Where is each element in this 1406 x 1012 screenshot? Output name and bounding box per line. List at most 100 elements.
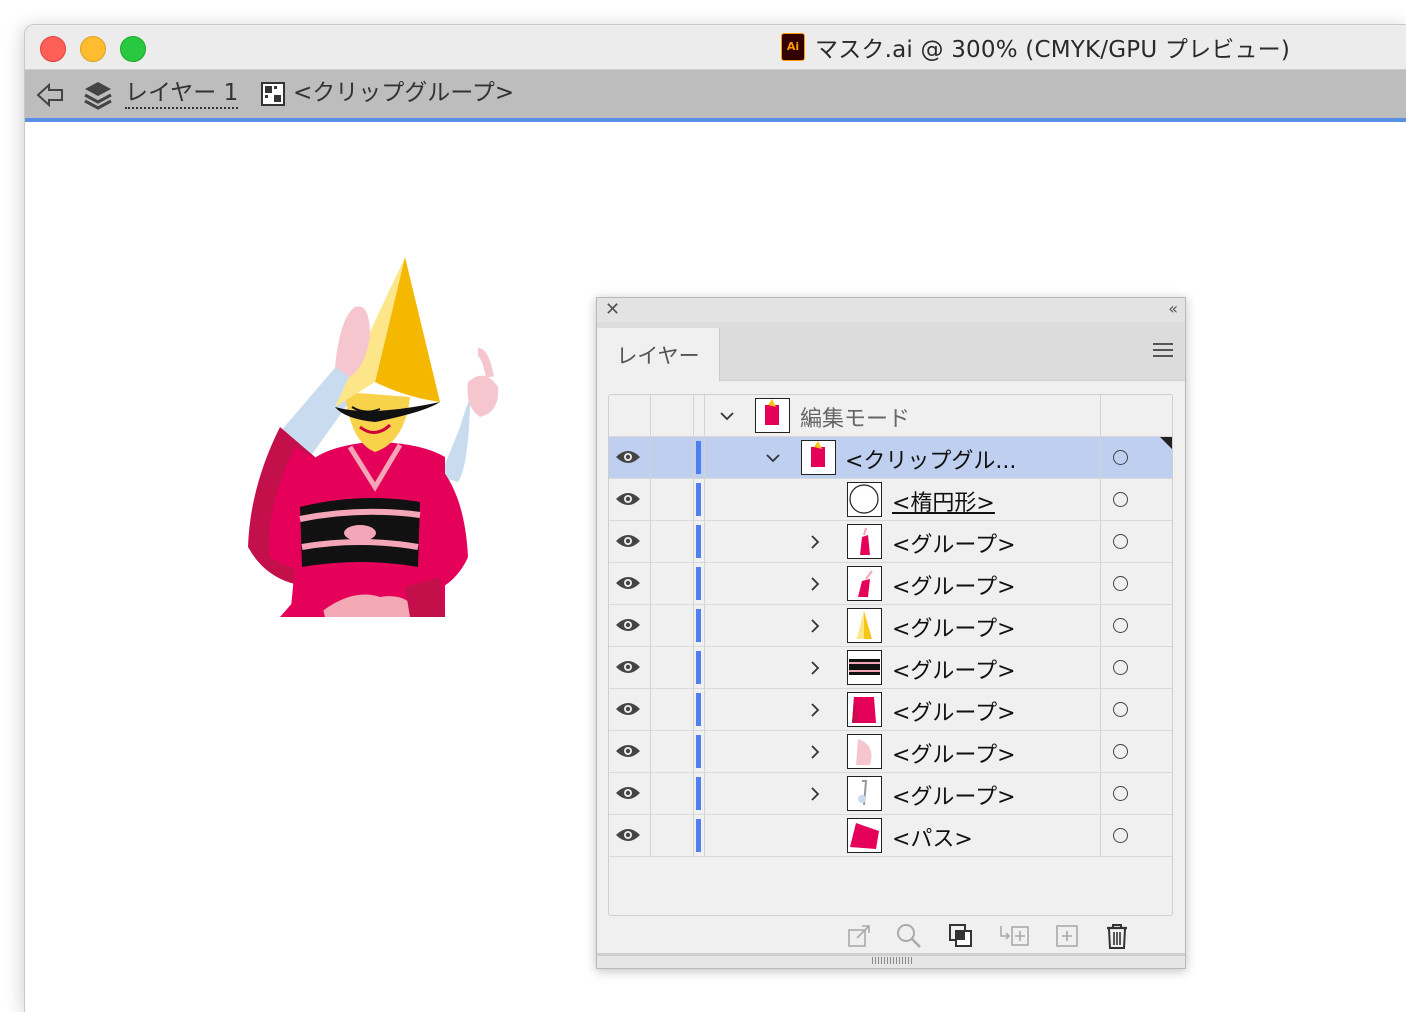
- layer-name[interactable]: <クリップグル...: [845, 443, 1016, 475]
- target-circle-icon[interactable]: [1113, 660, 1128, 675]
- column-divider: [704, 689, 705, 730]
- visibility-eye-icon[interactable]: [615, 574, 641, 592]
- layer-color-bar: [696, 777, 701, 810]
- column-divider: [693, 647, 694, 688]
- column-divider: [704, 521, 705, 562]
- column-divider: [1100, 521, 1101, 562]
- visibility-eye-icon[interactable]: [615, 658, 641, 676]
- layer-row[interactable]: <グループ>: [609, 521, 1172, 563]
- column-divider: [704, 647, 705, 688]
- illustrator-app-icon: Ai: [781, 33, 805, 61]
- panel-collapse-icon[interactable]: ‹‹: [1168, 299, 1178, 318]
- target-circle-icon[interactable]: [1113, 534, 1128, 549]
- column-divider: [693, 731, 694, 772]
- clipping-mask-icon[interactable]: [947, 922, 975, 950]
- visibility-eye-icon[interactable]: [615, 784, 641, 802]
- tab-layers[interactable]: レイヤー: [597, 328, 720, 381]
- column-divider: [1100, 563, 1101, 604]
- layer-row[interactable]: <グループ>: [609, 605, 1172, 647]
- layer-row[interactable]: <グループ>: [609, 689, 1172, 731]
- search-icon[interactable]: [895, 922, 923, 950]
- layer-color-bar: [696, 525, 701, 558]
- layer-row[interactable]: <グループ>: [609, 773, 1172, 815]
- chevron-right-icon[interactable]: [807, 576, 823, 592]
- layer-row[interactable]: <楕円形>: [609, 479, 1172, 521]
- visibility-eye-icon[interactable]: [615, 490, 641, 508]
- layer-row[interactable]: <クリップグル...: [609, 437, 1172, 479]
- layer-name[interactable]: <グループ>: [892, 569, 1016, 601]
- layer-color-bar: [696, 483, 701, 516]
- column-divider: [650, 773, 651, 814]
- column-divider: [693, 395, 694, 436]
- panel-close-icon[interactable]: ✕: [605, 299, 620, 320]
- export-icon[interactable]: [845, 922, 873, 950]
- target-circle-icon[interactable]: [1113, 576, 1128, 591]
- new-layer-icon[interactable]: [1053, 922, 1081, 950]
- layer-name[interactable]: <グループ>: [892, 611, 1016, 643]
- artboard-canvas[interactable]: ✕ ‹‹ レイヤー 編集モード <クリップグル... <楕円形> <グループ> <グルー…: [25, 122, 1406, 1012]
- layer-name[interactable]: <グループ>: [892, 653, 1016, 685]
- layer-name[interactable]: 編集モード: [800, 401, 910, 433]
- chevron-down-icon[interactable]: [719, 408, 735, 424]
- visibility-eye-icon[interactable]: [615, 700, 641, 718]
- layer-thumbnail: [847, 692, 882, 727]
- layer-row[interactable]: 編集モード: [609, 395, 1172, 437]
- visibility-toggle[interactable]: [615, 406, 641, 424]
- breadcrumb-layer-link[interactable]: レイヤー 1: [125, 80, 239, 109]
- close-window-button[interactable]: [40, 36, 66, 62]
- layer-name[interactable]: <楕円形>: [892, 485, 995, 517]
- minimize-window-button[interactable]: [80, 36, 106, 62]
- chevron-right-icon[interactable]: [807, 786, 823, 802]
- layer-name[interactable]: <グループ>: [892, 779, 1016, 811]
- visibility-eye-icon[interactable]: [615, 616, 641, 634]
- column-divider: [650, 815, 651, 856]
- target-circle-icon[interactable]: [1113, 450, 1128, 465]
- resize-grip[interactable]: [872, 957, 912, 964]
- target-circle-icon[interactable]: [1113, 618, 1128, 633]
- layer-name[interactable]: <グループ>: [892, 527, 1016, 559]
- isolation-mode-bar: レイヤー 1 <クリップグループ>: [25, 70, 1406, 122]
- target-circle-icon[interactable]: [1113, 702, 1128, 717]
- layer-row[interactable]: <グループ>: [609, 647, 1172, 689]
- column-divider: [650, 647, 651, 688]
- layer-name[interactable]: <グループ>: [892, 737, 1016, 769]
- layer-color-bar: [696, 609, 701, 642]
- back-arrow-icon[interactable]: [35, 82, 65, 108]
- chevron-right-icon[interactable]: [807, 618, 823, 634]
- layer-color-bar: [696, 693, 701, 726]
- target-circle-icon[interactable]: [1113, 744, 1128, 759]
- panel-resize-bar[interactable]: [597, 953, 1185, 968]
- chevron-right-icon[interactable]: [807, 744, 823, 760]
- trash-icon[interactable]: [1103, 922, 1131, 950]
- layer-row[interactable]: <パス>: [609, 815, 1172, 857]
- visibility-eye-icon[interactable]: [615, 742, 641, 760]
- chevron-right-icon[interactable]: [807, 660, 823, 676]
- layer-name[interactable]: <グループ>: [892, 695, 1016, 727]
- visibility-eye-icon[interactable]: [615, 532, 641, 550]
- visibility-eye-icon[interactable]: [615, 826, 641, 844]
- visibility-eye-icon[interactable]: [615, 448, 641, 466]
- move-to-layer-icon[interactable]: [997, 922, 1031, 950]
- dancer-illustration: [248, 257, 499, 617]
- layer-thumbnail: [847, 650, 882, 685]
- zoom-window-button[interactable]: [120, 36, 146, 62]
- chevron-down-icon[interactable]: [765, 450, 781, 466]
- layer-name[interactable]: <パス>: [892, 821, 973, 853]
- column-divider: [704, 773, 705, 814]
- column-divider: [650, 479, 651, 520]
- column-divider: [650, 731, 651, 772]
- target-circle-icon[interactable]: [1113, 786, 1128, 801]
- layer-row[interactable]: <グループ>: [609, 563, 1172, 605]
- layer-row[interactable]: <グループ>: [609, 731, 1172, 773]
- column-divider: [693, 479, 694, 520]
- column-divider: [650, 563, 651, 604]
- chevron-right-icon[interactable]: [807, 702, 823, 718]
- target-circle-icon[interactable]: [1113, 828, 1128, 843]
- layer-thumbnail: [801, 440, 836, 475]
- target-circle-icon[interactable]: [1113, 492, 1128, 507]
- column-divider: [1100, 731, 1101, 772]
- panel-menu-icon[interactable]: [1153, 342, 1173, 358]
- layer-thumbnail: [847, 524, 882, 559]
- column-divider: [650, 605, 651, 646]
- chevron-right-icon[interactable]: [807, 534, 823, 550]
